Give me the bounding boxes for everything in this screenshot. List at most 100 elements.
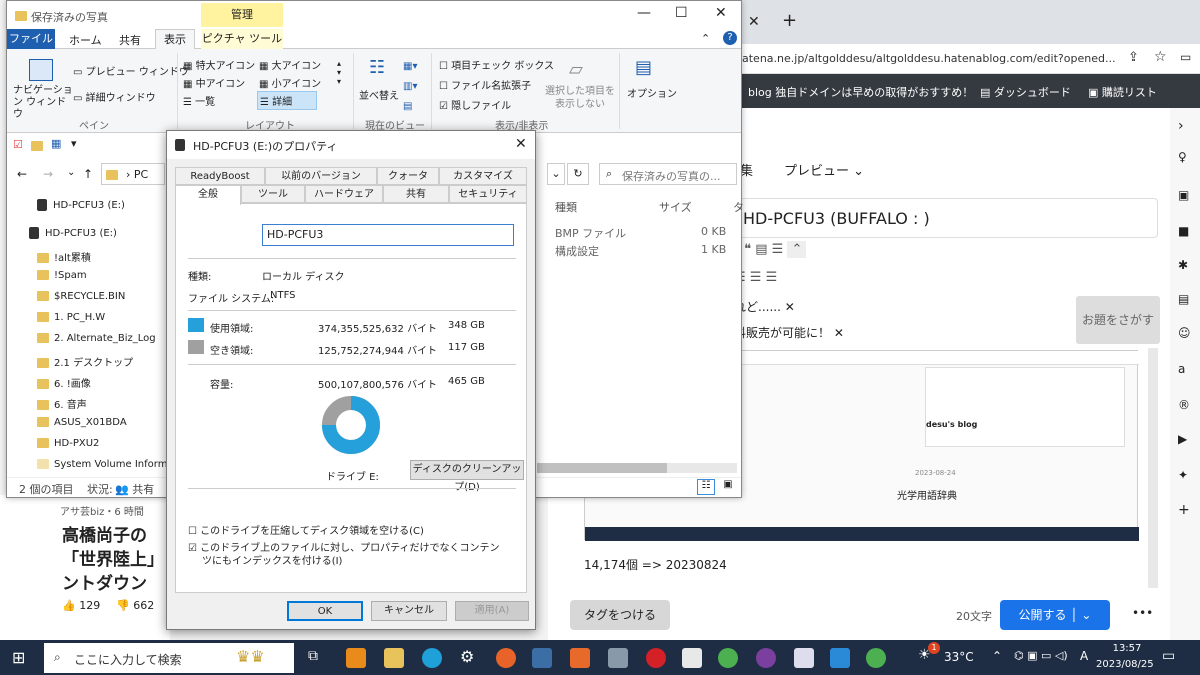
- tab-readyboost[interactable]: ReadyBoost: [175, 167, 265, 185]
- youtube-icon[interactable]: ▶: [1178, 432, 1187, 446]
- edge-icon[interactable]: [422, 648, 442, 668]
- tab-picture-tools[interactable]: ピクチャ ツール: [201, 29, 283, 49]
- bulb-icon[interactable]: ♀: [1178, 150, 1187, 164]
- dislike-count[interactable]: 👎 662: [116, 599, 154, 612]
- chrome-2-icon[interactable]: [866, 648, 886, 668]
- layout-small[interactable]: ▦ 小アイコン: [259, 75, 321, 90]
- share-icon[interactable]: ⇪: [1128, 50, 1139, 65]
- qa-dropdown-icon[interactable]: ▾: [71, 137, 77, 150]
- close-icon[interactable]: ✕: [515, 136, 527, 152]
- gear-icon[interactable]: ✱: [1178, 258, 1188, 272]
- notes-icon[interactable]: [682, 648, 702, 668]
- news-headline-1[interactable]: 高橋尚子の: [62, 521, 147, 546]
- add-icon[interactable]: +: [1178, 502, 1190, 518]
- tree-folder[interactable]: 6. 音声: [37, 396, 87, 411]
- firefox-icon[interactable]: [496, 648, 516, 668]
- history-icon[interactable]: ⌄: [67, 167, 75, 178]
- explorer-icon[interactable]: [384, 648, 404, 668]
- view-icons[interactable]: ▦▾ ▥▾ ▤: [403, 57, 417, 117]
- taskbar-search-box[interactable]: ⌕ ここに入力して検索 ♛♛: [44, 643, 294, 673]
- tree-folder[interactable]: 1. PC_H.W: [37, 312, 105, 323]
- thumbnail-view-icon[interactable]: ▣: [719, 479, 737, 495]
- qa-view-icon[interactable]: ▦: [51, 137, 61, 150]
- compress-checkbox[interactable]: ☐ このドライブを圧縮してディスク領域を空ける(C): [188, 522, 424, 537]
- volume-name-input[interactable]: HD-PCFU3: [262, 224, 514, 246]
- news-headline-3[interactable]: ントダウン: [62, 569, 147, 594]
- url-text[interactable]: atena.ne.jp/altgolddesu/altgolddesu.hate…: [742, 52, 1115, 65]
- tree-drive-1[interactable]: HD-PCFU3 (E:): [37, 199, 125, 211]
- column-size[interactable]: サイズ: [659, 199, 692, 215]
- cancel-button[interactable]: キャンセル: [371, 601, 447, 621]
- tree-folder[interactable]: $RECYCLE.BIN: [37, 291, 125, 302]
- path-dropdown-icon[interactable]: ⌄: [547, 163, 565, 185]
- folder-icon[interactable]: ■: [1178, 224, 1189, 238]
- notifications-icon[interactable]: ▭: [1162, 648, 1175, 664]
- publish-button[interactable]: 公開する │ ⌄: [1000, 600, 1110, 630]
- app-icon[interactable]: [608, 648, 628, 668]
- media-icon[interactable]: [570, 648, 590, 668]
- path-pc[interactable]: PC: [134, 168, 148, 181]
- item-checkbox-option[interactable]: ☐ 項目チェック ボックス: [439, 57, 554, 72]
- tray-icons[interactable]: ⌬ ▣ ▭ ◁): [1014, 649, 1068, 662]
- close-tab-icon[interactable]: ✕: [748, 14, 760, 30]
- layout-xlarge[interactable]: ▦ 特大アイコン: [183, 57, 255, 72]
- close-icon[interactable]: ✕: [715, 5, 727, 21]
- layout-list[interactable]: ☰ 一覧: [183, 93, 215, 108]
- tab-home[interactable]: ホーム: [69, 32, 102, 48]
- hide-selected-button[interactable]: 選択した項目を表示しない: [545, 85, 615, 111]
- r-icon[interactable]: ®: [1178, 398, 1190, 412]
- twitter-icon[interactable]: ✦: [1178, 468, 1188, 482]
- people-icon[interactable]: ☺: [1178, 326, 1191, 340]
- preview-pane-button[interactable]: ▭ プレビュー ウィンドウ: [73, 63, 189, 78]
- qa-folder-icon[interactable]: [31, 139, 48, 152]
- tab-sharing[interactable]: 共有: [383, 185, 449, 203]
- options-button[interactable]: オプション: [627, 85, 677, 100]
- topic-suggest-1[interactable]: れど...... ✕: [734, 298, 795, 315]
- ime-indicator[interactable]: A: [1080, 649, 1088, 663]
- address-box[interactable]: › PC: [101, 163, 165, 185]
- horizontal-scrollbar[interactable]: [537, 463, 737, 473]
- like-count[interactable]: 👍 129: [62, 599, 100, 612]
- chrome-icon[interactable]: [718, 648, 738, 668]
- settings-icon[interactable]: ⚙: [460, 647, 474, 666]
- maximize-icon[interactable]: ☐: [675, 5, 688, 21]
- nav-pane-button[interactable]: ナビゲーション ウィンドウ: [13, 85, 73, 121]
- forward-icon[interactable]: →: [43, 167, 53, 181]
- tag-button[interactable]: タグをつける: [570, 600, 670, 630]
- more-options[interactable]: •••: [1132, 606, 1153, 620]
- split-view-icon[interactable]: ▭: [1180, 50, 1191, 64]
- document-icon[interactable]: ▤: [1178, 292, 1189, 306]
- help-icon[interactable]: ?: [723, 31, 737, 45]
- details-pane-button[interactable]: ▭ 詳細ウィンドウ: [73, 89, 156, 104]
- tab-share[interactable]: 共有: [119, 32, 141, 48]
- sort-button[interactable]: 並べ替え: [359, 87, 399, 102]
- manage-contextual-tab[interactable]: 管理: [201, 3, 283, 27]
- tree-folder[interactable]: 6. !画像: [37, 375, 91, 390]
- tree-folder[interactable]: !Spam: [37, 270, 87, 281]
- extension-option[interactable]: ☐ ファイル名拡張子: [439, 77, 531, 92]
- layout-details[interactable]: ☰ 詳細: [257, 91, 318, 110]
- topic-search-button[interactable]: お題をさがす: [1076, 296, 1160, 344]
- details-view-icon[interactable]: ☷: [697, 479, 715, 495]
- temperature[interactable]: 33°C: [944, 650, 974, 664]
- bookmark-star-icon[interactable]: ☆: [1154, 49, 1167, 65]
- tab-tools[interactable]: ツール: [241, 185, 305, 203]
- layout-large[interactable]: ▦ 大アイコン: [259, 57, 321, 72]
- remote-icon[interactable]: [830, 648, 850, 668]
- tab-quota[interactable]: クォータ: [377, 167, 439, 185]
- chevron-right-icon[interactable]: ›: [1178, 118, 1184, 134]
- tree-folder[interactable]: HD-PXU2: [37, 438, 99, 449]
- notice-link[interactable]: blog 独自ドメインは早めの取得がおすすめ！: [748, 84, 973, 100]
- index-checkbox[interactable]: ☑ このドライブ上のファイルに対し、プロパティだけでなくコンテンツにもインデック…: [188, 542, 508, 568]
- tab-customize[interactable]: カスタマイズ: [439, 167, 527, 185]
- tree-folder[interactable]: ASUS_X01BDA: [37, 417, 127, 428]
- tree-folder[interactable]: System Volume Informati: [37, 459, 180, 470]
- tab-preview[interactable]: プレビュー ⌄: [784, 160, 864, 179]
- news-headline-2[interactable]: 「世界陸上」: [62, 545, 164, 570]
- minimize-icon[interactable]: —: [637, 5, 651, 21]
- post-body-text[interactable]: 14,174個 => 20230824: [584, 556, 727, 573]
- ok-button[interactable]: OK: [287, 601, 363, 621]
- layout-medium[interactable]: ▦ 中アイコン: [183, 75, 245, 90]
- editor-scrollbar[interactable]: [1148, 348, 1158, 588]
- search-box[interactable]: ⌕ 保存済みの写真の...: [599, 163, 737, 185]
